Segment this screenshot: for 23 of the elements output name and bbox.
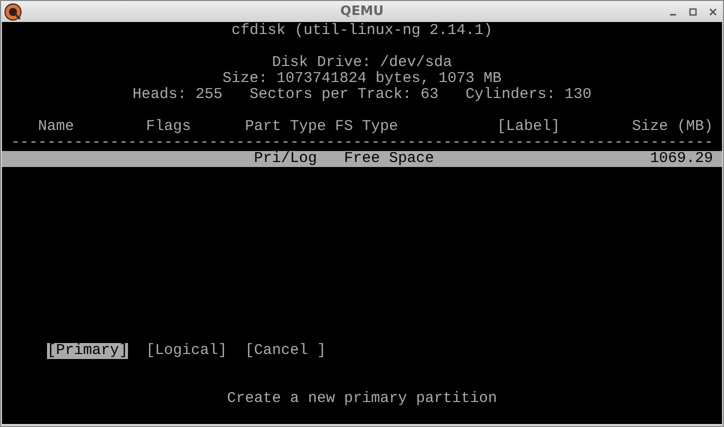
maximize-icon[interactable]: [689, 8, 697, 16]
column-header: FS Type: [335, 119, 400, 135]
disk-info-line: Size: 1073741824 bytes, 1073 MB: [222, 71, 502, 87]
column-header: Part Type: [245, 119, 328, 135]
header-rule: ------------------------------------------------------------------------------: [11, 135, 714, 151]
column-header: Flags: [146, 119, 192, 135]
fs-type-cell: Free Space: [344, 151, 434, 167]
close-icon[interactable]: [709, 8, 717, 16]
size-cell-text: 1069.29: [650, 151, 714, 167]
menu-button[interactable]: [Primary]: [47, 343, 128, 359]
app-icon: [4, 2, 22, 20]
column-header: Name: [38, 119, 76, 135]
disk-info-line: Disk Drive: /dev/sda: [272, 55, 452, 71]
menu-button[interactable]: [Cancel ]: [245, 343, 326, 359]
column-header: [Label]: [497, 119, 560, 135]
disk-info-line: Heads: 255 Sectors per Track: 63 Cylinders: 130: [132, 87, 592, 103]
column-header: Size (MB): [630, 119, 714, 135]
program-title: cfdisk (util-linux-ng 2.14.1): [231, 23, 493, 39]
part-type-cell-text: Pri/Log: [254, 151, 318, 167]
status-message: Create a new primary partition: [226, 391, 498, 407]
menu-button[interactable]: [Logical]: [146, 343, 228, 359]
partition-row[interactable]: Pri/Log Free Space 1069.29: [2, 151, 722, 167]
window-title: QEMU: [340, 4, 384, 19]
